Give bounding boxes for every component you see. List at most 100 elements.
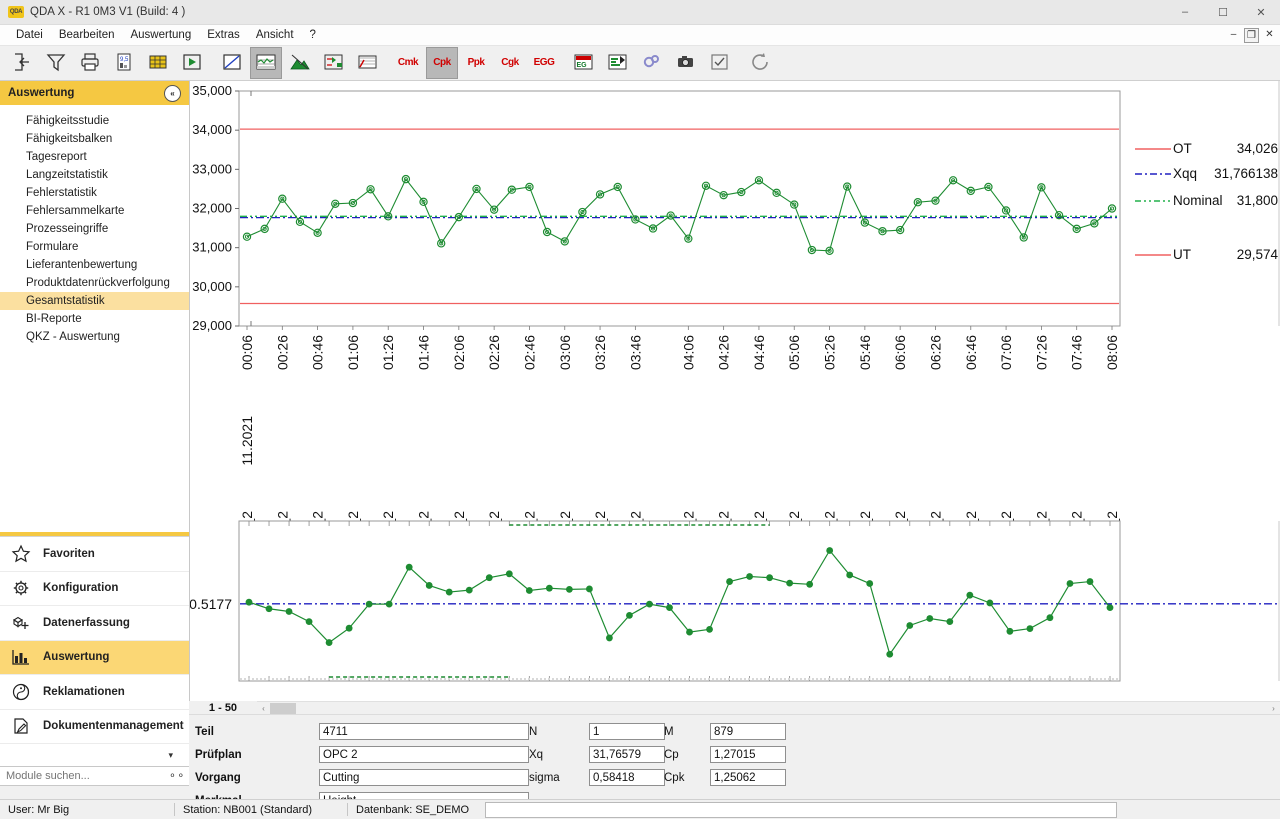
stat-input-cp[interactable]: 1,27015 (710, 746, 786, 763)
stat-input-cpk[interactable]: 1,25062 (710, 769, 786, 786)
toolbar-button-report-layout[interactable]: EG (568, 47, 600, 79)
toolbar-button-histogram-report[interactable] (284, 47, 316, 79)
stat-input-sigma[interactable]: 0,58418 (589, 769, 665, 786)
bar-chart-icon (10, 646, 32, 668)
toolbar-button-ppk[interactable]: Ppk (460, 47, 492, 79)
main-content: 35,000 34,000 33,000 32,000 31,000 30,000 29,0… (190, 81, 1280, 786)
svg-text:02:26: 02:26 (486, 335, 502, 370)
nav-item-reklamationen[interactable]: Reklamationen (0, 675, 189, 710)
search-input[interactable] (4, 769, 169, 783)
toolbar-button-bars[interactable] (602, 47, 634, 79)
svg-text:03:26: 03:26 (592, 335, 608, 370)
statistics-chart[interactable]: 35,000 34,000 33,000 32,000 31,000 30,000 29,0… (190, 81, 1280, 786)
measure-chart-icon (357, 51, 379, 76)
toolbar-button-control-chart[interactable] (250, 47, 282, 79)
numbers-icon: 9,5 (113, 51, 135, 76)
svg-text:UT: UT (1173, 247, 1191, 262)
svg-text:30,000: 30,000 (192, 279, 232, 294)
sidebar-module-list: Fähigkeitsstudie Fähigkeitsbalken Tagesrep… (0, 105, 189, 346)
cmk-icon: Cmk (397, 57, 419, 68)
toolbar-button-regression[interactable] (216, 47, 248, 79)
svg-text:35,000: 35,000 (192, 83, 232, 98)
sidebar-item-prozesseingriffe[interactable]: Prozesseingriffe (0, 220, 189, 238)
menu-item-extras[interactable]: Extras (199, 27, 248, 43)
collapse-sidebar-icon[interactable]: « (164, 84, 181, 102)
control-chart-icon (255, 51, 277, 76)
mdi-minimize-button[interactable]: – (1227, 28, 1240, 41)
nav-item-auswertung[interactable]: Auswertung (0, 640, 189, 675)
sidebar-nav-list: Favoriten Konfiguration Datenerfassung Ausw… (0, 536, 189, 744)
title-bar: QDA QDA X - R1 0M3 V1 (Build: 4 ) – ☐ ✕ (0, 0, 1280, 25)
sidebar-more-icon[interactable]: ▾ (0, 744, 189, 766)
sidebar-item-f-higkeitsstudie[interactable]: Fähigkeitsstudie (0, 112, 189, 130)
sidebar-item-f-higkeitsbalken[interactable]: Fähigkeitsbalken (0, 130, 189, 148)
toolbar-button-value-chart[interactable] (352, 47, 384, 79)
toolbar-button-settings-gears[interactable] (636, 47, 668, 79)
toolbar-button-filter[interactable] (40, 47, 72, 79)
stat-input-xq[interactable]: 31,76579 (589, 746, 665, 763)
sidebar-item-gesamtstatistik[interactable]: Gesamtstatistik (0, 292, 189, 310)
horizontal-scrollbar[interactable]: ‹ › (257, 701, 1280, 715)
sidebar-item-tagesreport[interactable]: Tagesreport (0, 148, 189, 166)
svg-text:05:06: 05:06 (786, 335, 802, 370)
range-indicator: 1 - 50 (208, 702, 238, 714)
mdi-restore-button[interactable]: ❐ (1244, 28, 1259, 43)
trendline-icon (221, 51, 243, 76)
minimize-button[interactable]: – (1166, 0, 1204, 24)
camera-icon (675, 51, 697, 76)
svg-text:01:26: 01:26 (380, 335, 396, 370)
menu-item-bearbeiten[interactable]: Bearbeiten (51, 27, 123, 43)
sidebar-item-lieferantenbewertung[interactable]: Lieferantenbewertung (0, 256, 189, 274)
nav-item-dokumentenmanagement[interactable]: Dokumentenmanagement (0, 710, 189, 744)
nav-item-label: Konfiguration (43, 582, 119, 595)
toolbar-button-print[interactable] (74, 47, 106, 79)
toolbar-button-cgk[interactable]: Cgk (494, 47, 526, 79)
sidebar-item-qkz-auswertung[interactable]: QKZ - Auswertung (0, 328, 189, 346)
nav-item-datenerfassung[interactable]: Datenerfassung (0, 606, 189, 641)
toolbar-button-values[interactable]: 9,5 (108, 47, 140, 79)
sidebar-item-langzeitstatistik[interactable]: Langzeitstatistik (0, 166, 189, 184)
menu-item-help[interactable]: ? (302, 27, 324, 43)
scrollbar-thumb[interactable] (270, 703, 296, 714)
stat-input-m[interactable]: 879 (710, 723, 786, 740)
menu-item-auswertung[interactable]: Auswertung (122, 27, 199, 43)
toolbar-button-egg[interactable]: EGG (528, 47, 560, 79)
refresh-icon (749, 51, 771, 76)
form-input-prüfplan[interactable]: OPC 2 (319, 746, 529, 763)
stat-label-m: M (664, 725, 674, 738)
stat-label-cp: Cp (664, 748, 679, 761)
form-input-teil[interactable]: 4711 (319, 723, 529, 740)
menu-item-datei[interactable]: Datei (8, 27, 51, 43)
nav-item-favoriten[interactable]: Favoriten (0, 537, 189, 572)
mdi-close-button[interactable]: ✕ (1263, 28, 1276, 41)
stat-input-n[interactable]: 1 (589, 723, 665, 740)
svg-text:31,800: 31,800 (1237, 193, 1278, 208)
status-station: Station: NB001 (Standard) (183, 803, 313, 816)
toolbar-button-run[interactable] (176, 47, 208, 79)
sidebar-item-produktdatenr-ckverfolgung[interactable]: Produktdatenrückverfolgung (0, 274, 189, 292)
stat-label-sigma: sigma (529, 771, 560, 784)
sidebar-item-fehlerstatistik[interactable]: Fehlerstatistik (0, 184, 189, 202)
form-input-vorgang[interactable]: Cutting (319, 769, 529, 786)
svg-text:05:26: 05:26 (822, 335, 838, 370)
toolbar-button-cmk[interactable]: Cmk (392, 47, 424, 79)
toolbar-button-process-flow[interactable] (318, 47, 350, 79)
module-search[interactable]: ⚬⚬ (0, 766, 189, 786)
sidebar-item-bi-reporte[interactable]: BI-Reporte (0, 310, 189, 328)
toolbar-button-login-logout[interactable] (6, 47, 38, 79)
menu-item-ansicht[interactable]: Ansicht (248, 27, 302, 43)
maximize-button[interactable]: ☐ (1204, 0, 1242, 24)
toolbar-button-refresh[interactable] (744, 47, 776, 79)
nav-item-konfiguration[interactable]: Konfiguration (0, 572, 189, 606)
toolbar-button-snapshot[interactable] (670, 47, 702, 79)
toolbar-button-confirm[interactable] (704, 47, 736, 79)
sidebar-item-fehlersammelkarte[interactable]: Fehlersammelkarte (0, 202, 189, 220)
binoculars-icon[interactable]: ⚬⚬ (168, 771, 185, 782)
toolbar-button-table[interactable] (142, 47, 174, 79)
cubes-icon (10, 612, 32, 634)
play-icon (181, 51, 203, 76)
close-button[interactable]: ✕ (1242, 0, 1280, 24)
sidebar-item-formulare[interactable]: Formulare (0, 238, 189, 256)
toolbar-button-cpk[interactable]: Cpk (426, 47, 458, 79)
